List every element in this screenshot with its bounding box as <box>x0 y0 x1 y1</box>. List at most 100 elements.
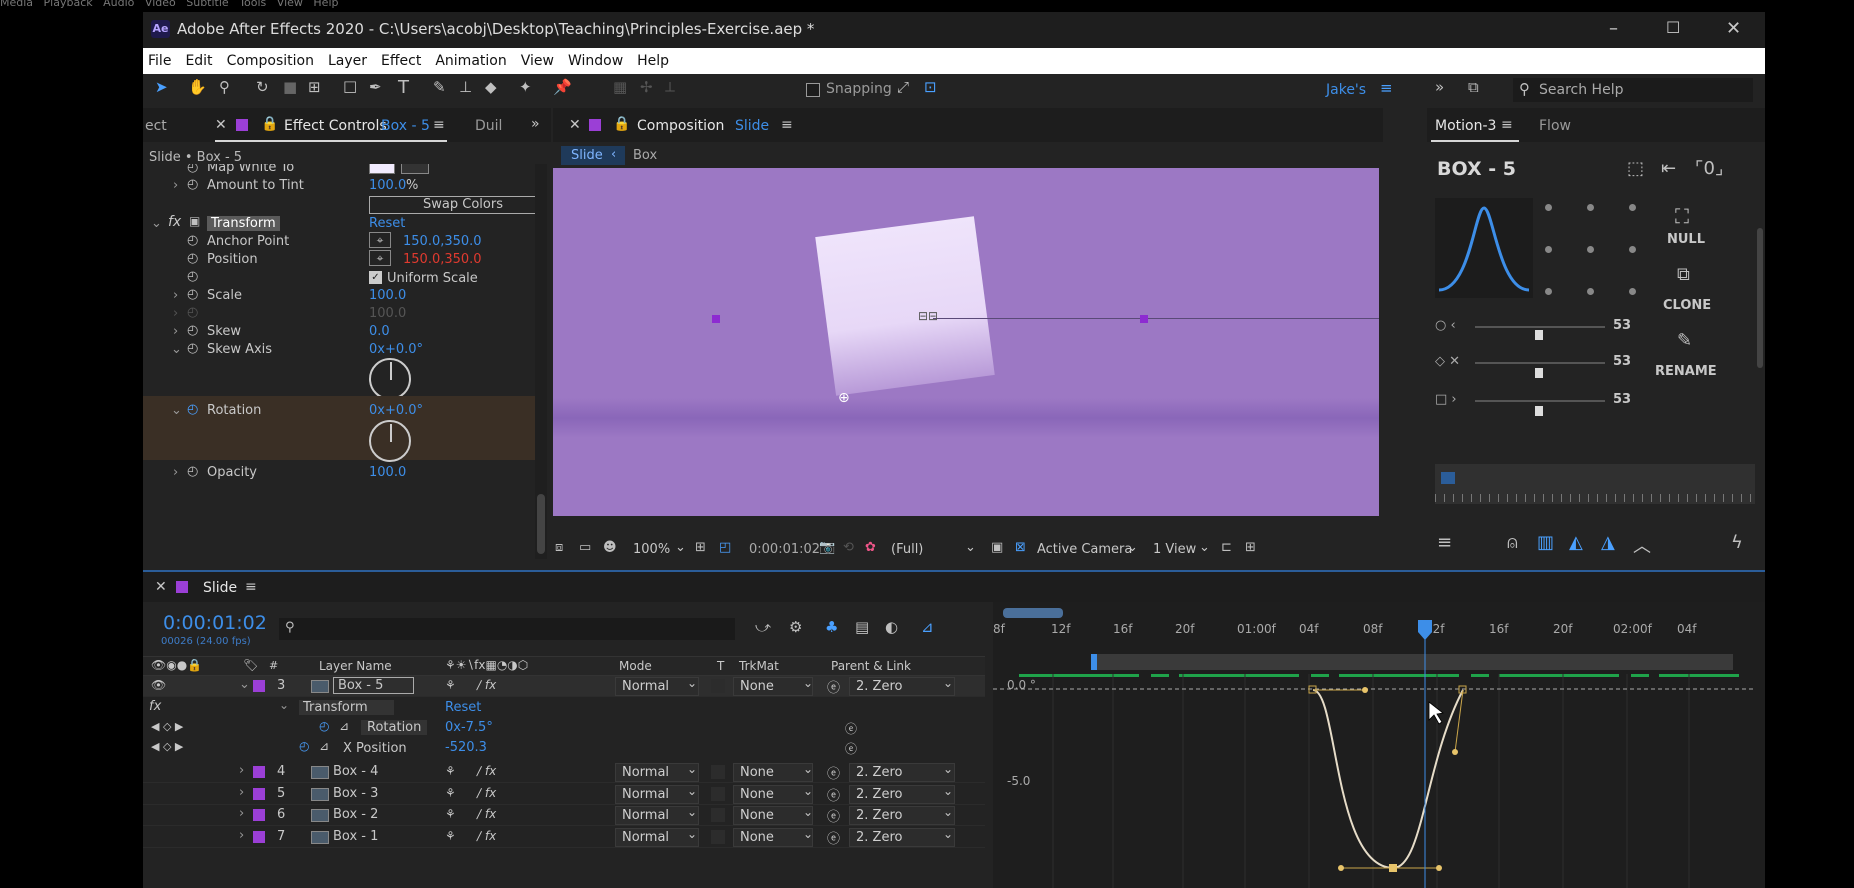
stopwatch-icon[interactable]: ◴ <box>187 341 198 356</box>
menu-file[interactable]: File <box>148 53 171 69</box>
rectangle-tool-icon[interactable]: □ <box>343 77 357 95</box>
transform-group-label[interactable]: Transform <box>299 700 394 715</box>
selection-tool-icon[interactable]: ➤ <box>155 78 168 96</box>
comp-timecode[interactable]: 0:00:01:02 <box>749 542 820 557</box>
effect-scrollbar[interactable] <box>535 164 547 559</box>
null-icon[interactable]: ⛶ <box>1675 204 1689 228</box>
select-icon[interactable]: ⬚ <box>1627 158 1644 179</box>
region-interest-icon[interactable]: ◰ <box>719 540 731 555</box>
workspace-menu-icon[interactable]: ≡ <box>1380 79 1393 97</box>
collapse-switch-icon[interactable]: ⚘ <box>445 678 456 692</box>
panel-menu-icon[interactable]: ≡ <box>1501 117 1513 133</box>
close-window-button[interactable]: ✕ <box>1726 18 1741 39</box>
preserve-transparency-box[interactable] <box>711 808 725 822</box>
transform-effect-name[interactable]: Transform <box>207 216 280 231</box>
puppet-tool-icon[interactable]: 📌 <box>553 78 572 96</box>
comp-viewer[interactable]: ⊟⊟ ⊕ <box>553 168 1383 520</box>
chevron-down-icon[interactable]: ⌄ <box>965 540 976 555</box>
layer-label-swatch[interactable] <box>253 680 265 692</box>
chevron-down-icon[interactable]: ⌄ <box>803 805 813 819</box>
comp-mini-flowchart-icon[interactable]: ⤻ <box>755 618 771 636</box>
pick-whip-icon[interactable]: ⓔ <box>827 785 840 804</box>
lock-icon[interactable]: 🔒 <box>613 116 630 132</box>
tab-effect-layer[interactable]: Box - 5 <box>381 118 430 134</box>
layer-label-swatch[interactable] <box>253 809 265 821</box>
parent-dropdown[interactable]: 2. Zero <box>849 763 955 782</box>
rotation-prop-value[interactable]: 0x-7.5° <box>445 720 493 735</box>
stopwatch-icon[interactable]: ◴ <box>299 739 309 753</box>
fx-switch-icon[interactable]: ∕ fx <box>477 829 496 843</box>
resolution-dropdown[interactable]: (Full) <box>891 542 923 557</box>
uniform-scale-checkbox[interactable]: ✓ <box>369 271 382 284</box>
collapse-arrow-icon[interactable]: ⌄ <box>171 342 182 357</box>
menu-edit[interactable]: Edit <box>185 53 212 69</box>
stopwatch-icon[interactable]: ◴ <box>187 164 198 175</box>
pan-behind-tool-icon[interactable]: ⊞ <box>308 78 321 96</box>
anchor-point-handle[interactable]: ⊟⊟ <box>918 309 938 323</box>
stopwatch-icon[interactable]: ◴ <box>187 305 198 320</box>
trkmat-dropdown[interactable]: None <box>733 806 813 825</box>
collapse-switch-icon[interactable]: ⚘ <box>445 807 456 821</box>
crosshair-icon[interactable]: ⌖ <box>369 250 391 266</box>
skew-value[interactable]: 0.0 <box>369 324 390 339</box>
table-row[interactable]: › 5 Box - 3 ⚘ ∕ fx Normal ⌄ None ⌄ ⓔ 2. Zero ⌄ <box>143 784 985 805</box>
chevron-down-icon[interactable]: ⌄ <box>687 805 697 819</box>
null-button[interactable]: NULL <box>1667 232 1705 247</box>
layer-name[interactable]: Box - 3 <box>333 786 378 801</box>
box-layer-shape[interactable] <box>815 216 995 396</box>
chevron-down-icon[interactable]: ⌄ <box>1199 540 1210 555</box>
chevron-down-icon[interactable]: ⌄ <box>803 676 813 690</box>
trkmat-dropdown[interactable]: None <box>733 827 813 847</box>
xposition-prop-label[interactable]: X Position <box>343 741 407 756</box>
pick-whip-icon[interactable]: ⓔ <box>827 763 840 782</box>
chevron-down-icon[interactable]: ⌄ <box>803 827 813 841</box>
stopwatch-icon[interactable]: ◴ <box>187 464 198 479</box>
opacity-value[interactable]: 100.0 <box>369 465 406 480</box>
collapse-arrow-icon[interactable]: ⌄ <box>151 216 162 231</box>
clone-icon[interactable]: ⧉ <box>1677 264 1690 285</box>
reset-exposure-icon[interactable]: ⊞ <box>1245 540 1256 555</box>
world-axis-icon[interactable]: ✢ <box>640 78 653 96</box>
stopwatch-icon[interactable]: ◴ <box>187 402 198 417</box>
path-keyframe-right[interactable] <box>1140 315 1148 323</box>
search-help-field[interactable]: ⚲ Search Help <box>1513 78 1753 102</box>
keyframe-nav-icon[interactable]: ◀ ◇ ▶ <box>151 740 183 753</box>
tab-effect-controls[interactable]: Effect Controls <box>284 118 387 134</box>
stopwatch-icon[interactable]: ◴ <box>187 287 198 302</box>
table-row[interactable]: › 6 Box - 2 ⚘ ∕ fx Normal ⌄ None ⌄ ⓔ 2. Zero ⌄ <box>143 805 985 826</box>
motion-scrollbar[interactable] <box>1757 228 1763 368</box>
panel-menu-icon[interactable]: ≡ <box>781 117 793 133</box>
position-value[interactable]: 150.0,350.0 <box>403 252 482 267</box>
chevron-down-icon[interactable]: ⌄ <box>687 784 697 798</box>
collapse-icon[interactable]: ⇤ <box>1661 158 1676 179</box>
preserve-transparency-box[interactable] <box>711 765 725 779</box>
monitor-icon[interactable]: ▭ <box>579 540 591 555</box>
chevron-down-icon[interactable]: ⌄ <box>943 805 953 819</box>
anchor-point-value[interactable]: 150.0,350.0 <box>403 234 482 249</box>
always-preview-icon[interactable]: ⧈ <box>555 540 563 555</box>
close-tab-icon[interactable]: ✕ <box>155 579 167 595</box>
menu-window[interactable]: Window <box>568 53 623 69</box>
skew-axis-dial[interactable] <box>369 358 411 400</box>
snap-edges-icon[interactable]: ⤢ <box>897 78 909 96</box>
tab-flow[interactable]: Flow <box>1539 118 1571 134</box>
transform-reset-link[interactable]: Reset <box>369 216 405 231</box>
timeline-tab-name[interactable]: Slide <box>203 580 237 596</box>
preserve-transparency-box[interactable] <box>711 679 725 693</box>
motion-blur-icon[interactable]: ◐ <box>885 618 898 636</box>
tab-comp-name[interactable]: Slide <box>735 118 769 134</box>
stopwatch-icon[interactable]: ◴ <box>187 251 198 266</box>
crosshair-icon[interactable]: ⌖ <box>369 232 391 248</box>
snapshot-icon[interactable]: 📷 <box>819 540 835 555</box>
more-workspaces-icon[interactable]: » <box>1435 78 1444 96</box>
layer-name-header[interactable]: Layer Name <box>319 659 392 673</box>
toggle-pixel-icon[interactable]: ⊏ <box>1221 540 1232 555</box>
panel-menu-icon[interactable]: ≡ <box>245 579 257 595</box>
chevron-down-icon[interactable]: ⌄ <box>687 676 697 690</box>
slider2-track[interactable] <box>1475 362 1605 364</box>
table-row[interactable]: › 7 Box - 1 ⚘ ∕ fx Normal ⌄ None ⌄ ⓔ 2. Zero ⌄ <box>143 827 985 848</box>
local-axis-icon[interactable]: ▦ <box>613 78 627 96</box>
lock-icon[interactable]: 🔒 <box>261 116 278 132</box>
chevron-down-icon[interactable]: ⌄ <box>675 540 686 555</box>
collapse-arrow-icon[interactable]: ⌄ <box>171 403 182 418</box>
